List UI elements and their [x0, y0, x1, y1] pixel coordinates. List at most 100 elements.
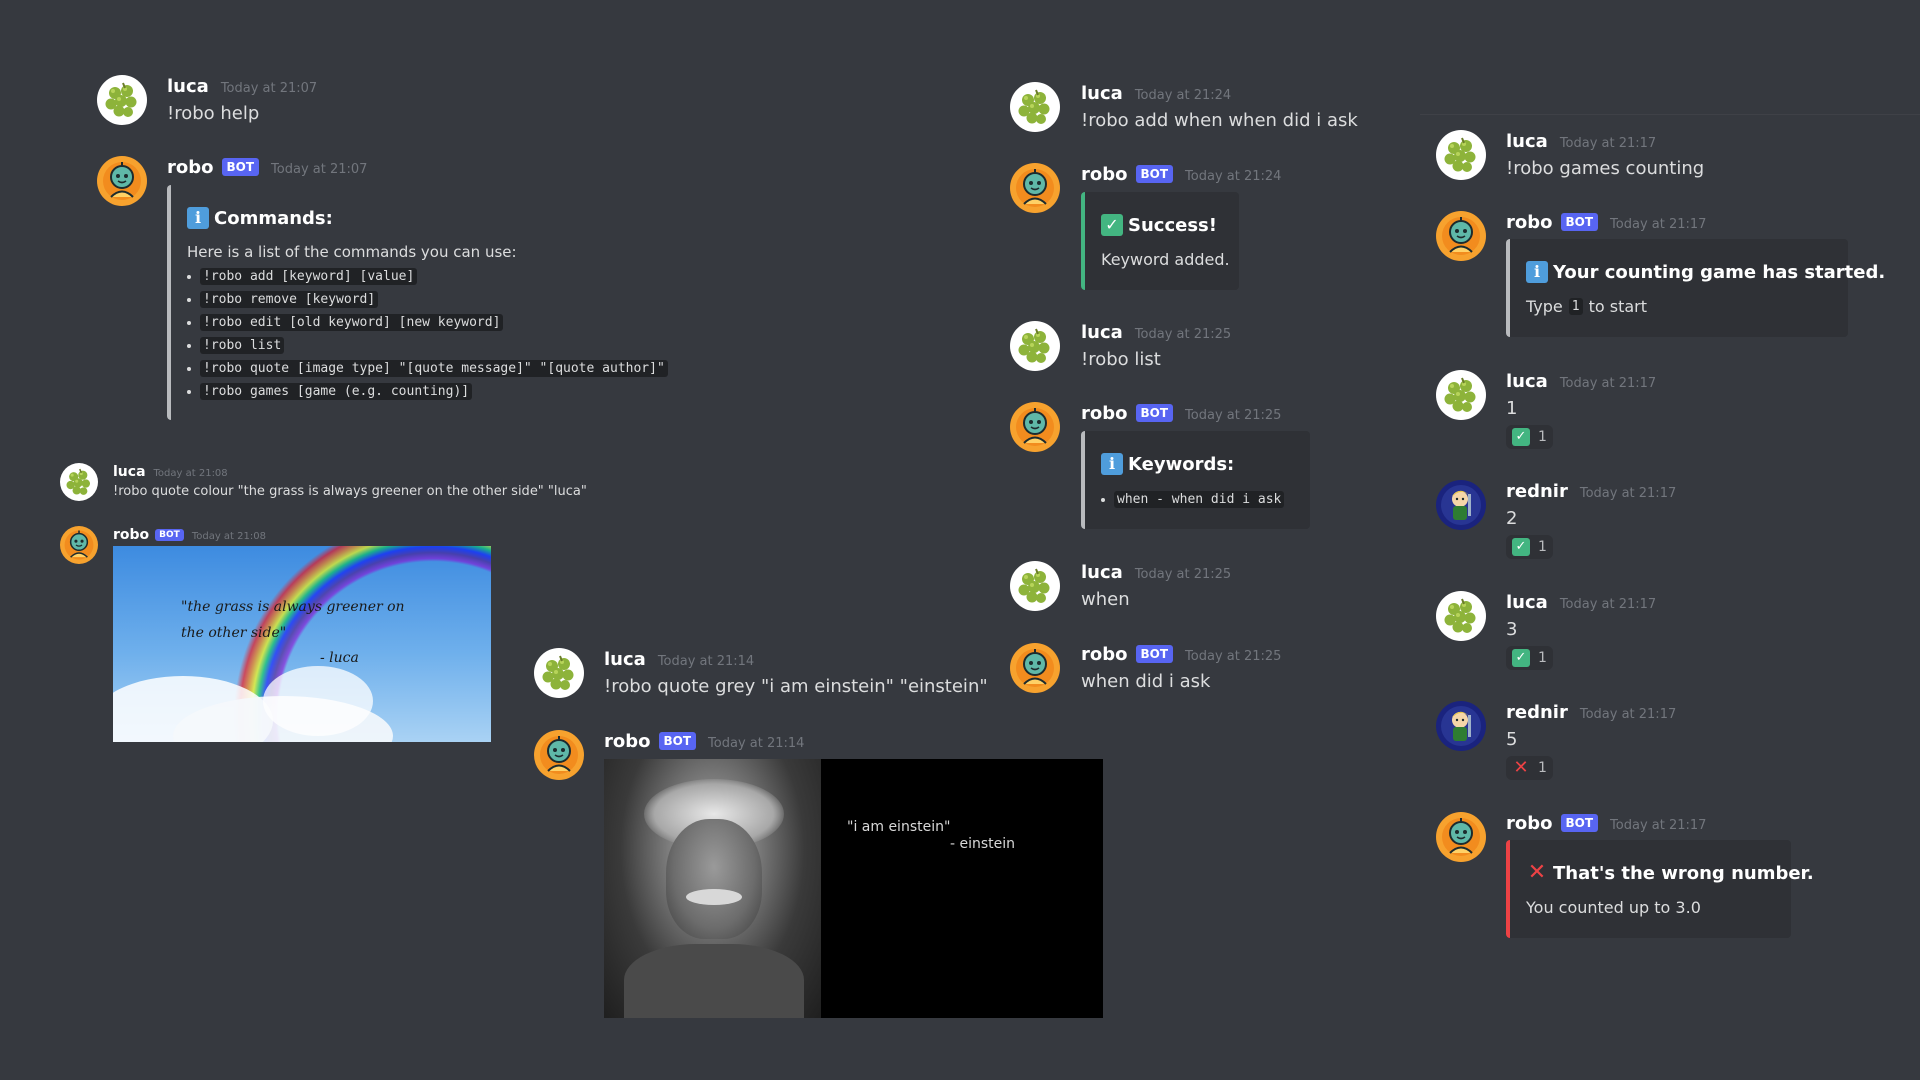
username[interactable]: luca: [1506, 371, 1548, 392]
robot-avatar-icon[interactable]: [1436, 812, 1486, 862]
command-code: !robo list: [200, 337, 285, 354]
info-icon: i: [187, 207, 209, 229]
list-item: !robo edit [old keyword] [new keyword]: [187, 311, 668, 334]
reaction-check[interactable]: ✓ 1: [1506, 535, 1553, 559]
username[interactable]: luca: [1081, 322, 1123, 343]
grapes-avatar-icon[interactable]: [97, 75, 147, 125]
message-text: !robo quote grey "i am einstein" "einste…: [604, 676, 988, 697]
wrong-number-embed: ✕ That's the wrong number. You counted u…: [1506, 840, 1814, 938]
grapes-avatar-icon[interactable]: [1436, 130, 1486, 180]
check-icon: ✓: [1512, 649, 1530, 667]
timestamp: Today at 21:07: [271, 162, 368, 177]
username[interactable]: robo: [113, 527, 149, 543]
robot-avatar-icon[interactable]: [534, 730, 584, 780]
check-icon: ✓: [1512, 538, 1530, 556]
message-text: !robo list: [1081, 349, 1161, 370]
robot-avatar-icon[interactable]: [1436, 211, 1486, 261]
grapes-avatar-icon[interactable]: [1010, 561, 1060, 611]
message-text: !robo add when when did i ask: [1081, 110, 1358, 131]
username[interactable]: robo: [1506, 212, 1553, 233]
embed-accent-bar: [167, 185, 171, 420]
command-code: !robo add [keyword] [value]: [200, 268, 418, 285]
bot-badge: BOT: [1135, 645, 1174, 663]
grapes-avatar-icon[interactable]: [1010, 82, 1060, 132]
message-text: 5: [1506, 729, 1518, 750]
username[interactable]: rednir: [1506, 481, 1568, 502]
message-header: robo BOT Today at 21:25: [1081, 644, 1281, 665]
bot-badge: BOT: [1135, 404, 1174, 422]
character-avatar-icon[interactable]: [1436, 480, 1486, 530]
message-header: robo BOT Today at 21:25: [1081, 403, 1281, 424]
username[interactable]: luca: [167, 76, 209, 97]
timestamp: Today at 21:07: [220, 81, 318, 96]
message-header: luca Today at 21:25: [1081, 322, 1231, 343]
message-text: 2: [1506, 508, 1518, 529]
list-item: !robo add [keyword] [value]: [187, 265, 668, 288]
list-item: when - when did i ask: [1101, 488, 1285, 511]
desc-prefix: Type: [1526, 297, 1563, 316]
quote-image-rainbow[interactable]: "the grass is always greener on the othe…: [113, 546, 491, 742]
reaction-check[interactable]: ✓ 1: [1506, 646, 1553, 670]
robot-avatar-icon[interactable]: [1010, 163, 1060, 213]
command-code: !robo remove [keyword]: [200, 291, 379, 308]
message-header: luca Today at 21:24: [1081, 83, 1231, 104]
username[interactable]: robo: [1081, 164, 1128, 185]
keywords-embed: i Keywords: when - when did i ask: [1081, 431, 1310, 529]
timestamp: Today at 21:17: [1610, 818, 1707, 833]
bot-badge: BOT: [1135, 165, 1174, 183]
username[interactable]: luca: [1081, 562, 1123, 583]
list-item: !robo quote [image type] "[quote message…: [187, 357, 668, 380]
reaction-cross[interactable]: ✕ 1: [1506, 756, 1553, 780]
username[interactable]: rednir: [1506, 702, 1568, 723]
embed-title-row: i Keywords:: [1101, 453, 1234, 475]
username[interactable]: luca: [1506, 131, 1548, 152]
robot-avatar-icon[interactable]: [60, 526, 98, 564]
image-quote-line1: "the grass is always greener on: [181, 599, 405, 615]
quote-image-einstein[interactable]: "i am einstein" - einstein: [604, 759, 1103, 1018]
timestamp: Today at 21:08: [153, 468, 228, 479]
message-header: luca Today at 21:17: [1506, 131, 1656, 152]
robot-avatar-icon[interactable]: [97, 156, 147, 206]
cross-icon: ✕: [1527, 860, 1547, 885]
message-header: luca Today at 21:17: [1506, 592, 1656, 613]
grapes-avatar-icon[interactable]: [1436, 370, 1486, 420]
username[interactable]: luca: [604, 649, 646, 670]
embed-accent-bar: [1081, 192, 1085, 290]
grapes-avatar-icon[interactable]: [1010, 321, 1060, 371]
reaction-count: 1: [1538, 760, 1547, 776]
username[interactable]: robo: [167, 157, 214, 178]
list-item: !robo games [game (e.g. counting)]: [187, 380, 668, 403]
timestamp: Today at 21:24: [1134, 88, 1232, 103]
message-text: !robo quote colour "the grass is always …: [113, 484, 587, 499]
reaction-check[interactable]: ✓ 1: [1506, 425, 1553, 449]
character-avatar-icon[interactable]: [1436, 701, 1486, 751]
username[interactable]: luca: [1506, 592, 1548, 613]
image-author: - luca: [320, 650, 359, 666]
username[interactable]: robo: [1081, 644, 1128, 665]
timestamp: Today at 21:17: [1559, 597, 1657, 612]
check-icon: ✓: [1512, 428, 1530, 446]
timestamp: Today at 21:17: [1579, 707, 1677, 722]
username[interactable]: luca: [1081, 83, 1123, 104]
grapes-avatar-icon[interactable]: [534, 648, 584, 698]
image-author: - einstein: [950, 836, 1016, 852]
message-header: luca Today at 21:07: [167, 76, 317, 97]
message-header: luca Today at 21:17: [1506, 371, 1656, 392]
username[interactable]: robo: [604, 731, 651, 752]
robot-avatar-icon[interactable]: [1010, 643, 1060, 693]
success-embed: ✓ Success! Keyword added.: [1081, 192, 1239, 290]
embed-title: Keywords:: [1128, 453, 1235, 475]
info-icon: i: [1526, 261, 1548, 283]
timestamp: Today at 21:25: [1134, 567, 1232, 582]
grapes-avatar-icon[interactable]: [60, 463, 98, 501]
grapes-avatar-icon[interactable]: [1436, 591, 1486, 641]
robot-avatar-icon[interactable]: [1010, 402, 1060, 452]
portrait-photo: [604, 759, 821, 1018]
message-header: robo BOT Today at 21:08: [113, 527, 266, 543]
embed-title-row: ✓ Success!: [1101, 214, 1217, 236]
username[interactable]: robo: [1081, 403, 1128, 424]
username[interactable]: robo: [1506, 813, 1553, 834]
desc-suffix: to start: [1588, 297, 1647, 316]
username[interactable]: luca: [113, 464, 146, 480]
command-code: !robo games [game (e.g. counting)]: [200, 383, 473, 400]
